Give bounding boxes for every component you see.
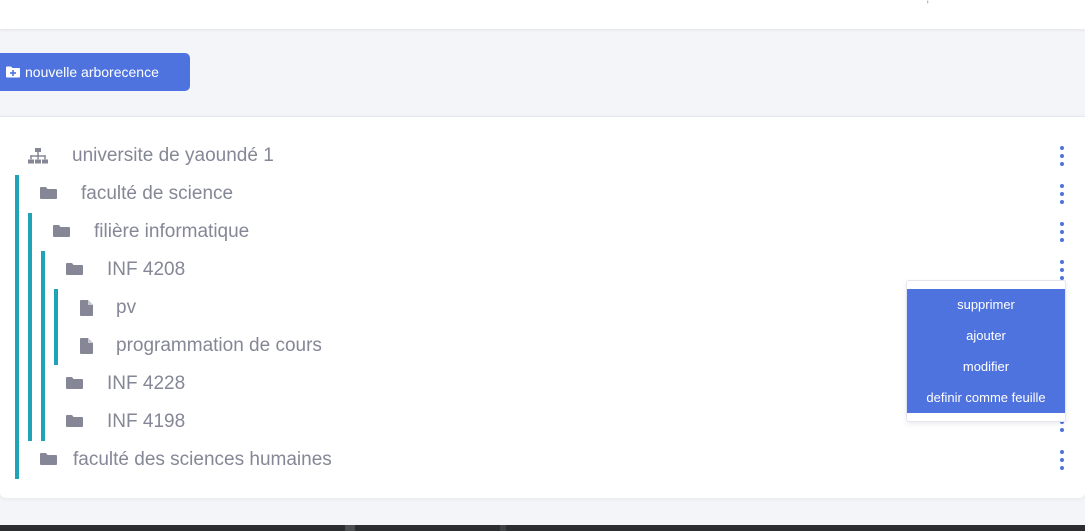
menu-item-edit[interactable]: modifier [907, 351, 1065, 382]
new-tree-button[interactable]: nouvelle arborecence [0, 53, 190, 91]
tree-node-label: faculté des sciences humaines [73, 449, 332, 470]
tree-node-label: INF 4208 [107, 259, 186, 280]
kebab-menu-icon[interactable] [1056, 450, 1068, 470]
tree-node-folder[interactable]: faculté des sciences humaines [0, 441, 1085, 479]
menu-item-set-as-leaf[interactable]: definir comme feuille [907, 382, 1065, 413]
file-icon [80, 300, 93, 316]
folder-icon [40, 452, 57, 466]
folder-plus-icon [6, 66, 20, 78]
tree-node-folder[interactable]: faculté de science [0, 175, 1085, 213]
menu-item-add[interactable]: ajouter [907, 320, 1065, 351]
context-menu: supprimer ajouter modifier definir comme… [906, 280, 1066, 422]
tree-node-label: INF 4198 [107, 411, 186, 432]
folder-icon [40, 186, 57, 200]
navbar-text-fragment: , [926, 0, 929, 5]
tree-node-root[interactable]: universite de yaoundé 1 [0, 137, 1085, 175]
tree-node-label: INF 4228 [107, 373, 186, 394]
tree-node-label: programmation de cours [116, 335, 322, 356]
kebab-menu-icon[interactable] [1056, 260, 1068, 280]
top-navbar: , [0, 0, 1085, 29]
folder-icon [53, 224, 70, 238]
kebab-menu-icon[interactable] [1056, 146, 1068, 166]
tree-node-label: pv [116, 297, 137, 318]
bottom-taskbar-strip [0, 525, 1085, 531]
kebab-menu-icon[interactable] [1056, 184, 1068, 204]
folder-icon [66, 262, 83, 276]
kebab-menu-icon[interactable] [1056, 222, 1068, 242]
context-menu-list: supprimer ajouter modifier definir comme… [907, 289, 1065, 413]
sitemap-icon [28, 148, 48, 164]
tree-node-label: faculté de science [81, 183, 234, 204]
tree-node-folder[interactable]: filière informatique [0, 213, 1085, 251]
folder-icon [66, 376, 83, 390]
taskbar-segment [500, 525, 506, 531]
taskbar-segment [345, 525, 355, 531]
menu-item-delete[interactable]: supprimer [907, 289, 1065, 320]
file-icon [80, 338, 93, 354]
tree-node-label: filière informatique [94, 221, 250, 242]
new-tree-label: nouvelle arborecence [25, 64, 159, 80]
tree-node-label: universite de yaoundé 1 [72, 145, 274, 166]
folder-icon [66, 414, 83, 428]
